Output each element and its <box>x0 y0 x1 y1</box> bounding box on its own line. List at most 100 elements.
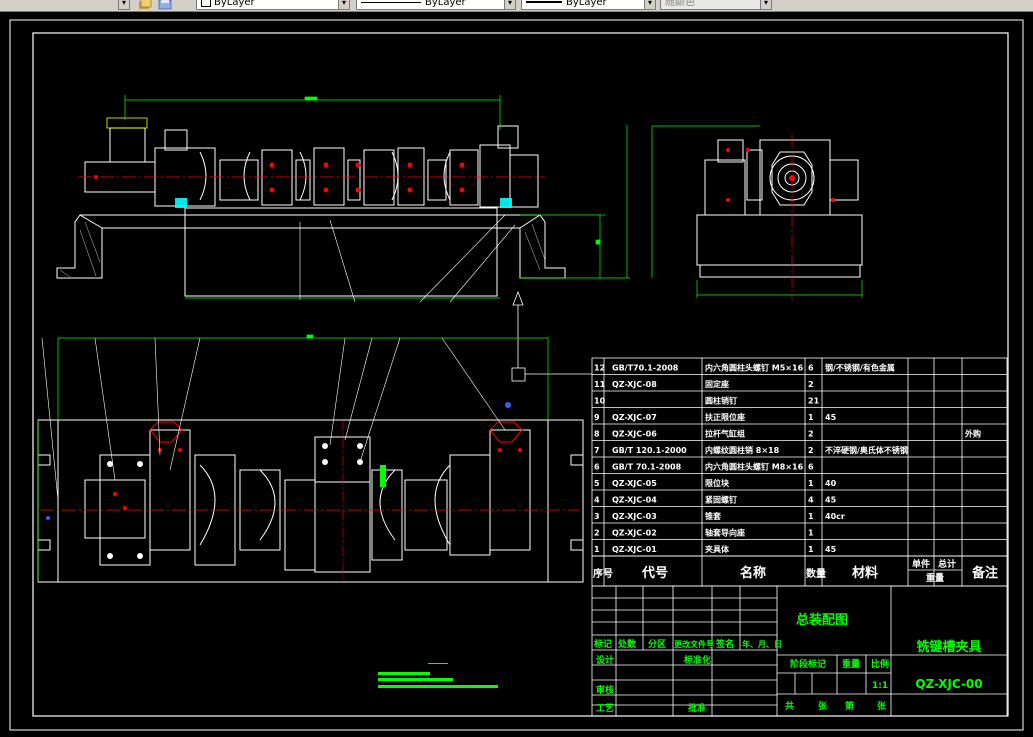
plotstyle-control[interactable]: 随颜色 <box>660 0 772 10</box>
top-view-leaders <box>41 337 506 501</box>
bom-cell-name: 固定座 <box>705 379 729 389</box>
bom-cell-qty: 1 <box>808 545 814 554</box>
bom-cell-qty: 1 <box>808 413 814 422</box>
bom-cell-material: 40cr <box>825 512 845 521</box>
bom-cell-no: 1 <box>594 545 600 554</box>
bom-cell-no: 9 <box>594 413 600 422</box>
front-view-details <box>78 162 545 208</box>
property-toolbar: ▾ ByLayer ▾ ByLayer ▾ ByLayer ▾ 随颜色 ▾ <box>0 0 1033 12</box>
label-count: 处数 <box>617 638 637 650</box>
label-sheets: 张 <box>818 700 828 712</box>
bom-cell-no: 5 <box>594 479 600 488</box>
bom-cell-code: QZ-XJC-03 <box>612 512 657 521</box>
label-approve: 批准 <box>688 702 706 714</box>
bom-cell-material: 45 <box>825 413 837 422</box>
title-block-text: 总装配图 铣键槽夹具 QZ-XJC-00 标记 处数 分区 更改文件号 签名 年… <box>593 612 983 714</box>
bom-cell-no: 8 <box>594 430 600 439</box>
bom-cell-code: QZ-XJC-07 <box>612 413 657 422</box>
label-date: 年、月、日 <box>742 639 782 649</box>
linetype-control-value: ByLayer <box>425 0 466 8</box>
lineweight-dropdown-arrow[interactable]: ▾ <box>644 0 656 10</box>
bom-header-weight: 重量 <box>926 572 944 584</box>
bom-cell-name: 轴套导向座 <box>705 528 745 538</box>
side-view <box>696 139 863 278</box>
color-control-value: ByLayer <box>214 0 255 8</box>
layer-state-icon[interactable] <box>138 0 152 10</box>
plotstyle-dropdown-arrow[interactable]: ▾ <box>760 0 772 10</box>
view-direction-arrow <box>511 290 592 382</box>
bom-header-remark: 备注 <box>971 565 998 581</box>
bom-cell-material: 钢/不锈钢/有色金属 <box>825 363 895 373</box>
bom-cell-code: QZ-XJC-05 <box>612 479 657 488</box>
label-page: 第 <box>845 700 854 712</box>
bom-header-name: 名称 <box>740 565 766 581</box>
layer-previous-icon[interactable] <box>158 0 172 10</box>
bom-cell-code: GB/T 120.1-2000 <box>612 446 687 455</box>
color-control[interactable]: ByLayer <box>196 0 350 10</box>
lineweight-control-value: ByLayer <box>566 0 607 8</box>
bom-cell-name: 内六角圆柱头螺钉 M5×16 <box>705 363 804 373</box>
bom-cell-name: 限位块 <box>705 478 730 488</box>
bom-cell-remark: 外购 <box>965 429 981 439</box>
front-view <box>56 117 566 297</box>
bom-header-unit: 单件 <box>912 558 930 570</box>
bom-cell-qty: 21 <box>808 397 820 406</box>
drawing-title: 总装配图 <box>796 612 848 628</box>
label-zone: 分区 <box>648 638 666 650</box>
plotstyle-control-value: 随颜色 <box>665 0 695 8</box>
label-total: 共 <box>785 700 794 712</box>
bom-cell-qty: 2 <box>808 380 814 389</box>
bom-header-material: 材料 <box>852 565 878 581</box>
label-standardize: 标准化 <box>683 654 711 666</box>
linetype-sample <box>361 1 421 3</box>
bom-cell-name: 内六角圆柱头螺钉 M8×16 <box>705 462 804 472</box>
drawing-canvas[interactable]: 12 GB/T70.1-2008 内六角圆柱头螺钉 M5×16 6 钢/不锈钢/有色金属… <box>0 12 1033 737</box>
bom-cell-name: 扶正限位座 <box>705 412 745 422</box>
linetype-dropdown-arrow[interactable]: ▾ <box>504 0 516 10</box>
bom-cell-material: 45 <box>825 545 837 554</box>
bom-cell-material: 45 <box>825 496 837 505</box>
bom-cell-no: 10 <box>594 397 606 406</box>
top-view-details <box>40 402 580 580</box>
bom-cell-material: 40 <box>825 479 837 488</box>
label-process: 工艺 <box>596 702 614 714</box>
label-change-doc: 更改文件号 <box>674 639 714 649</box>
scale-value: 1:1 <box>872 681 888 691</box>
bom-header-no: 序号 <box>593 567 613 580</box>
bom-header-total: 总计 <box>938 558 956 570</box>
scale-bar <box>378 663 498 688</box>
lineweight-control[interactable]: ByLayer <box>521 0 656 10</box>
bom-cell-code: GB/T 70.1-2008 <box>612 463 682 472</box>
bom-cell-name: 紧固螺钉 <box>705 495 737 505</box>
bom-cell-code: QZ-XJC-04 <box>612 496 657 505</box>
bom-cell-qty: 2 <box>808 446 814 455</box>
bom-cell-no: 7 <box>594 446 600 455</box>
bom-cell-name: 拉杆气缸组 <box>705 429 745 439</box>
label-design: 设计 <box>596 654 614 666</box>
bom-cell-code: QZ-XJC-01 <box>612 545 657 554</box>
top-view-dimensions <box>37 334 549 582</box>
top-view <box>37 419 584 583</box>
bom-cell-no: 11 <box>594 380 606 389</box>
bom-cell-qty: 6 <box>808 463 814 472</box>
bom-cell-code: GB/T70.1-2008 <box>612 364 679 373</box>
label-mark: 标记 <box>593 638 612 650</box>
bom-cell-no: 4 <box>594 496 600 505</box>
bom-cell-name: 夹具体 <box>705 544 730 554</box>
bom-cell-no: 3 <box>594 512 600 521</box>
bom-cell-qty: 2 <box>808 430 814 439</box>
color-dropdown-arrow[interactable]: ▾ <box>338 0 350 10</box>
bom-cell-code: QZ-XJC-08 <box>612 380 657 389</box>
linetype-control[interactable]: ByLayer <box>356 0 516 10</box>
bom-cell-qty: 6 <box>808 364 814 373</box>
layer-dropdown-arrow[interactable]: ▾ <box>118 0 130 10</box>
bom-header-code: 代号 <box>641 565 668 581</box>
drawing-number: QZ-XJC-00 <box>915 677 982 691</box>
label-review: 审核 <box>596 684 614 696</box>
bom-cell-qty: 1 <box>808 512 814 521</box>
bom-cell-qty: 1 <box>808 479 814 488</box>
bom-cell-no: 6 <box>594 463 600 472</box>
label-signature: 签名 <box>715 638 734 650</box>
bom-header: 序号 代号 名称 数量 材料 单件 总计 重量 备注 <box>593 558 998 584</box>
bom-cell-no: 12 <box>594 364 605 373</box>
